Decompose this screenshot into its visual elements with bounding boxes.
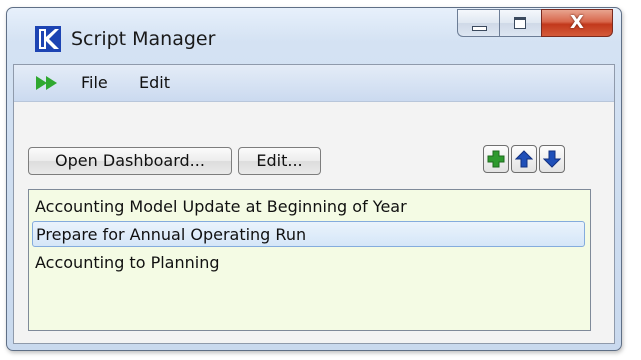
caption-buttons: X bbox=[457, 9, 613, 39]
edit-button[interactable]: Edit... bbox=[238, 147, 321, 175]
move-up-button[interactable] bbox=[511, 145, 537, 173]
minimize-button[interactable] bbox=[457, 9, 499, 37]
open-dashboard-button[interactable]: Open Dashboard... bbox=[28, 147, 232, 175]
close-button[interactable]: X bbox=[541, 9, 613, 37]
arrow-down-icon bbox=[543, 150, 561, 168]
script-manager-window: Script Manager X File Edit Open Dashboar… bbox=[6, 7, 622, 351]
add-script-button[interactable] bbox=[483, 145, 509, 173]
menu-file[interactable]: File bbox=[81, 73, 108, 92]
move-down-button[interactable] bbox=[539, 145, 565, 173]
menu-edit[interactable]: Edit bbox=[139, 73, 170, 92]
minimize-icon bbox=[472, 26, 487, 31]
window-title: Script Manager bbox=[71, 28, 216, 50]
script-list[interactable]: Accounting Model Update at Beginning of … bbox=[28, 189, 591, 331]
maximize-icon bbox=[514, 17, 526, 29]
app-logo-icon bbox=[35, 26, 61, 52]
plus-icon bbox=[487, 150, 505, 168]
title-bar[interactable]: Script Manager X bbox=[7, 8, 621, 64]
maximize-button[interactable] bbox=[499, 9, 541, 37]
client-area: File Edit Open Dashboard... Edit... Acco… bbox=[13, 64, 615, 344]
script-list-item[interactable]: Accounting Model Update at Beginning of … bbox=[35, 194, 407, 220]
script-list-item-selected[interactable]: Prepare for Annual Operating Run bbox=[32, 221, 585, 247]
close-icon: X bbox=[570, 12, 584, 33]
arrow-up-icon bbox=[515, 150, 533, 168]
script-list-item[interactable]: Accounting to Planning bbox=[35, 250, 220, 276]
menu-bar: File Edit bbox=[14, 65, 614, 102]
run-arrows-icon[interactable] bbox=[36, 76, 60, 90]
